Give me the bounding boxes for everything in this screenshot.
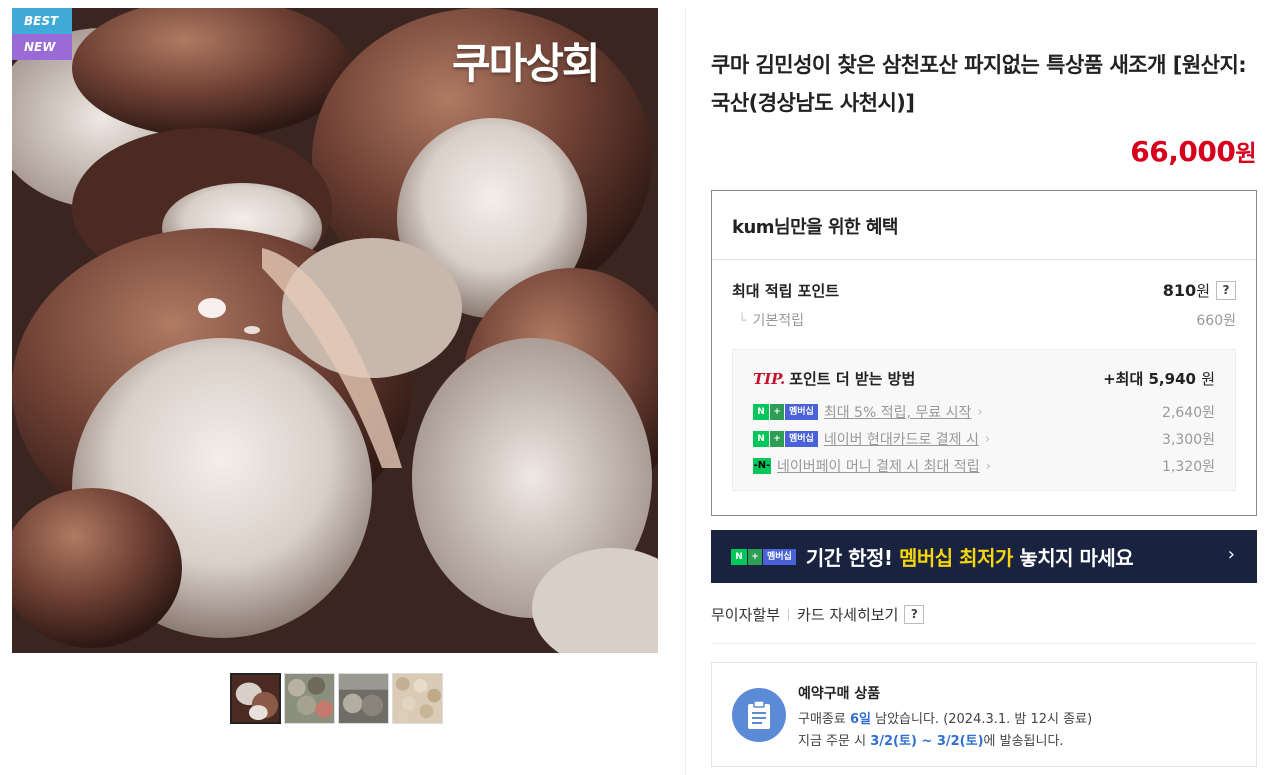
- installment-row: 무이자할부 카드 자세히보기 ?: [711, 604, 925, 625]
- npay-icon: -N-: [753, 458, 771, 474]
- promo-text: 기간 한정! 멤버십 최저가 놓치지 마세요: [805, 546, 1134, 570]
- thumbnail-4[interactable]: [392, 673, 443, 724]
- card-help-icon[interactable]: ?: [904, 605, 925, 624]
- tip-item-npay[interactable]: -N- 네이버페이 머니 결제 시 최대 적립 › 1,320원: [753, 456, 1215, 476]
- max-point-unit: 원: [1196, 282, 1210, 300]
- product-page: BEST NEW 쿠마상회 쿠마 김민성이 찾은 삼천포산 파지없는 특상품 새…: [0, 0, 1280, 775]
- thumbnail-2[interactable]: [284, 673, 335, 724]
- card-detail-link[interactable]: 카드 자세히보기: [797, 604, 898, 625]
- tip-item-value: 1,320원: [1162, 459, 1215, 475]
- max-point-value-group: 810원 ?: [1163, 280, 1236, 301]
- max-point-row: 최대 적립 포인트 810원 ?: [732, 280, 1236, 301]
- base-point-value: 660원: [1196, 313, 1236, 329]
- reservation-heading: 예약구매 상품: [798, 686, 881, 702]
- point-help-icon[interactable]: ?: [1216, 281, 1236, 300]
- reservation-deadline: 구매종료 6일 남았습니다. (2024.3.1. 밤 12시 종료): [798, 712, 1093, 727]
- main-product-image[interactable]: BEST NEW 쿠마상회: [12, 8, 658, 653]
- chevron-right-icon: ›: [977, 404, 983, 420]
- tip-title: 포인트 더 받는 방법: [789, 370, 916, 388]
- column-divider: [685, 8, 686, 775]
- membership-badge-icon: N + 멤버십: [753, 404, 818, 420]
- thumbnail-3[interactable]: [338, 673, 389, 724]
- membership-badge-icon: N + 멤버십: [731, 548, 796, 565]
- best-badge: BEST: [12, 8, 72, 34]
- section-divider: [711, 643, 1257, 644]
- tip-item-hyundai-card[interactable]: N + 멤버십 네이버 현대카드로 결제 시 › 3,300원: [753, 429, 1215, 449]
- shipping-date: 3/2(토) ~ 3/2(토): [870, 734, 984, 749]
- reservation-panel: 예약구매 상품 구매종료 6일 남았습니다. (2024.3.1. 밤 12시 …: [711, 662, 1257, 767]
- chevron-right-icon: ›: [1227, 544, 1235, 565]
- max-point-label: 최대 적립 포인트: [732, 282, 840, 300]
- benefit-heading: kum님만을 위한 혜택: [712, 191, 1256, 260]
- membership-promo-banner[interactable]: N + 멤버십 기간 한정! 멤버십 최저가 놓치지 마세요 ›: [711, 530, 1257, 583]
- product-title: 쿠마 김민성이 찾은 삼천포산 파지없는 특상품 새조개 [원산지:국산(경상남…: [711, 53, 1247, 115]
- tip-max-unit: 원: [1201, 370, 1215, 388]
- base-point-row: └ 기본적립 660원: [738, 310, 1236, 330]
- new-badge: NEW: [12, 34, 72, 60]
- max-point-value: 810: [1162, 281, 1197, 300]
- tip-item-link[interactable]: 네이버페이 머니 결제 시 최대 적립: [777, 456, 980, 476]
- separator: [788, 608, 790, 621]
- brand-watermark: 쿠마상회: [452, 39, 601, 88]
- tip-label: TIP.: [753, 370, 786, 388]
- tip-max-value: 5,940: [1148, 370, 1196, 388]
- cockle-photo: [12, 8, 658, 653]
- thumbnail-1[interactable]: [230, 673, 281, 724]
- chevron-right-icon: ›: [985, 458, 991, 474]
- price-value: 66,000: [1130, 135, 1236, 168]
- tip-item-link[interactable]: 최대 5% 적립, 무료 시작: [824, 402, 972, 422]
- clipboard-icon: [732, 688, 786, 742]
- tip-header: TIP. 포인트 더 받는 방법 +최대 5,940 원: [753, 368, 1215, 389]
- membership-badge-icon: N + 멤버십: [753, 431, 818, 447]
- tip-item-value: 2,640원: [1162, 405, 1215, 421]
- tip-max-prefix: +최대: [1103, 370, 1144, 388]
- tip-max: +최대 5,940 원: [1103, 368, 1215, 389]
- tip-panel: TIP. 포인트 더 받는 방법 +최대 5,940 원 N + 멤버십 최대 5% …: [732, 349, 1236, 491]
- tip-item-value: 3,300원: [1162, 432, 1215, 448]
- promo-highlight: 멤버십 최저가: [899, 546, 1013, 570]
- base-point-label: 기본적립: [752, 313, 804, 329]
- price-unit: 원: [1235, 141, 1256, 167]
- tip-item-membership[interactable]: N + 멤버십 최대 5% 적립, 무료 시작 › 2,640원: [753, 402, 1215, 422]
- reservation-shipping: 지금 주문 시 3/2(토) ~ 3/2(토)에 발송됩니다.: [798, 734, 1064, 749]
- thumbnail-strip: [230, 673, 443, 724]
- product-price: 66,000원: [1130, 134, 1256, 168]
- chevron-right-icon: ›: [984, 431, 991, 447]
- tip-item-link[interactable]: 네이버 현대카드로 결제 시: [824, 429, 979, 449]
- benefit-panel: kum님만을 위한 혜택 최대 적립 포인트 810원 ? └ 기본적립 660원…: [711, 190, 1257, 516]
- free-installment-link[interactable]: 무이자할부: [711, 604, 780, 625]
- branch-icon: └: [738, 313, 747, 329]
- days-left: 6일: [849, 712, 871, 727]
